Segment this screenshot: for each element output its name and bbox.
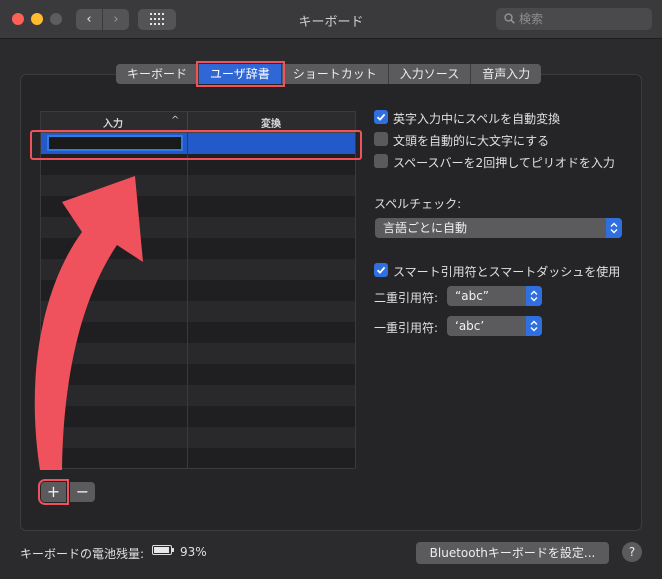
tab-user-dictionary[interactable]: ユーザ辞書 <box>196 61 285 87</box>
popup-arrows-icon <box>526 316 542 336</box>
tab-keyboard[interactable]: キーボード <box>116 64 200 84</box>
spell-check-popup[interactable]: 言語ごとに自動 <box>375 218 622 238</box>
add-entry-button[interactable]: + <box>38 479 69 505</box>
spell-check-value: 言語ごとに自動 <box>383 221 468 235</box>
battery-icon <box>152 545 174 555</box>
title-bar: ‹ › キーボード <box>0 0 662 39</box>
autocapitalize-label: 文頭を自動的に大文字にする <box>393 134 550 148</box>
tab-dictation[interactable]: 音声入力 <box>471 64 542 84</box>
smart-quotes-checkbox[interactable] <box>374 263 388 277</box>
battery-percent: 93% <box>180 545 207 559</box>
table-row-empty <box>41 196 355 217</box>
double-quote-value: “abc” <box>455 289 490 303</box>
single-quote-value: ‘abc’ <box>455 319 485 333</box>
column-header-input[interactable]: 入力 <box>103 115 123 130</box>
table-row[interactable] <box>41 133 355 154</box>
autocapitalize-checkbox[interactable] <box>374 132 388 146</box>
column-divider <box>187 112 188 132</box>
table-row-empty <box>41 406 355 427</box>
double-quote-popup[interactable]: “abc” <box>447 286 542 306</box>
dictionary-table[interactable]: 入力 ^ 変換 <box>40 111 356 469</box>
popup-arrows-icon <box>606 218 622 238</box>
double-space-period-label: スペースバーを2回押してピリオドを入力 <box>393 156 615 170</box>
help-button[interactable]: ? <box>622 542 642 562</box>
setup-bluetooth-keyboard-button[interactable]: Bluetoothキーボードを設定... <box>416 542 609 564</box>
table-header: 入力 ^ 変換 <box>41 112 355 133</box>
single-quote-label: 一重引用符: <box>374 321 439 335</box>
single-quote-popup[interactable]: ‘abc’ <box>447 316 542 336</box>
table-row-empty <box>41 238 355 259</box>
table-row-empty <box>41 385 355 406</box>
popup-arrows-icon <box>526 286 542 306</box>
double-quote-label: 二重引用符: <box>374 291 439 305</box>
table-row-empty <box>41 280 355 301</box>
tab-input-sources[interactable]: 入力ソース <box>388 64 472 84</box>
battery-label: キーボードの電池残量: <box>20 547 145 561</box>
search-icon <box>504 13 515 24</box>
table-row-empty <box>41 322 355 343</box>
table-row-empty <box>41 175 355 196</box>
table-row-empty <box>41 364 355 385</box>
table-row-empty <box>41 217 355 238</box>
table-row-empty <box>41 259 355 280</box>
search-input[interactable] <box>519 10 644 28</box>
search-field[interactable] <box>496 8 652 30</box>
column-divider <box>187 132 188 468</box>
table-row-empty <box>41 343 355 364</box>
footer-bar: キーボードの電池残量: 93% Bluetoothキーボードを設定... ? <box>0 540 662 570</box>
table-row-empty <box>41 448 355 468</box>
autocorrect-label: 英字入力中にスペルを自動変換 <box>393 112 561 126</box>
tab-bar: キーボード ユーザ辞書 ショートカット 入力ソース 音声入力 <box>116 61 542 87</box>
table-row-empty <box>41 427 355 448</box>
sort-ascending-icon: ^ <box>171 115 180 126</box>
checkmark-icon <box>376 266 386 274</box>
smart-quotes-label: スマート引用符とスマートダッシュを使用 <box>393 265 621 279</box>
column-header-conversion[interactable]: 変換 <box>261 115 281 130</box>
table-row-empty <box>41 301 355 322</box>
spell-check-label: スペルチェック: <box>374 197 462 211</box>
table-row-empty <box>41 154 355 175</box>
remove-entry-button[interactable]: − <box>70 482 95 502</box>
tab-shortcuts[interactable]: ショートカット <box>281 64 389 84</box>
double-space-period-checkbox[interactable] <box>374 154 388 168</box>
input-cell-editor[interactable] <box>47 135 183 151</box>
checkmark-icon <box>376 113 386 121</box>
autocorrect-checkbox[interactable] <box>374 110 388 124</box>
